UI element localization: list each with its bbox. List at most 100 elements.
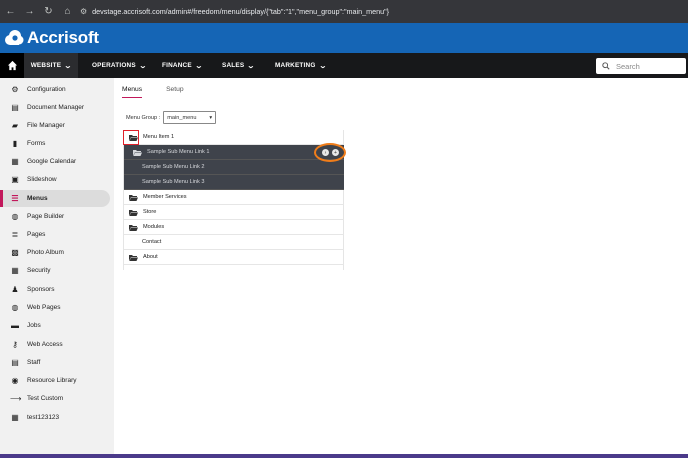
folder-open-icon[interactable] <box>129 194 138 201</box>
sidebar-item-web-access[interactable]: ⚷ Web Access <box>0 336 110 353</box>
reload-icon[interactable]: ↻ <box>40 6 57 17</box>
tree-row-label: Menu Item 1 <box>143 134 175 140</box>
sidebar-item-test123123[interactable]: ▦ test123123 <box>0 409 110 426</box>
tree-row-label: Sample Sub Menu Link 1 <box>147 149 210 155</box>
tab-setup[interactable]: Setup <box>166 82 183 98</box>
tree-row-menu-item-1[interactable]: Menu Item 1 <box>124 130 344 145</box>
chevron-down-icon: ⌄ <box>318 62 327 70</box>
list-icon: ☰ <box>11 194 19 203</box>
nav-sales[interactable]: SALES ⌄ <box>222 53 256 78</box>
clipboard-icon: ▮ <box>12 139 18 148</box>
sidebar-item-label: Menus <box>27 195 48 202</box>
tree-row-label: Store <box>143 209 157 215</box>
sidebar-item-sponsors[interactable]: ♟ Sponsors <box>0 281 110 298</box>
sidebar-item-label: Web Pages <box>27 304 61 311</box>
tree-row-modules[interactable]: Modules <box>124 220 344 235</box>
sidebar-item-photo-album[interactable]: ▩ Photo Album <box>0 244 110 261</box>
pages-icon: ≣ <box>11 230 19 239</box>
sidebar-item-label: Slideshow <box>27 176 57 183</box>
tree-row-member-services[interactable]: Member Services <box>124 190 344 205</box>
folder-open-icon[interactable] <box>133 149 142 156</box>
sidebar-item-label: Web Access <box>27 341 63 348</box>
sidebar-item-label: Staff <box>27 359 41 366</box>
nav-operations-label: OPERATIONS <box>92 62 136 69</box>
nav-finance[interactable]: FINANCE ⌄ <box>162 53 203 78</box>
url-text: devstage.accrisoft.com/admin#/freedom/me… <box>92 7 390 16</box>
tree-row-label: Member Services <box>143 194 187 200</box>
brand-name: Accrisoft <box>27 28 99 47</box>
sidebar-item-label: Photo Album <box>27 249 64 256</box>
tree-row-sub-link-1[interactable]: Sample Sub Menu Link 1 › + <box>124 145 344 160</box>
sidebar-item-file-manager[interactable]: ▰ File Manager <box>0 117 110 134</box>
cloud-logo-icon <box>5 30 24 45</box>
sidebar-item-staff[interactable]: ▤ Staff <box>0 354 110 371</box>
search-input[interactable]: Search <box>596 58 686 74</box>
sidebar-item-forms[interactable]: ▮ Forms <box>0 135 110 152</box>
folder-open-icon[interactable] <box>129 224 138 231</box>
chevron-down-icon: ⌄ <box>247 62 256 70</box>
sidebar-item-security[interactable]: ▦ Security <box>0 262 110 279</box>
globe-icon: ◍ <box>11 212 19 221</box>
globe-icon: ◍ <box>11 303 19 312</box>
sidebar: ⚙ Configuration ▤ Document Manager ▰ File M… <box>0 78 114 454</box>
sidebar-item-label: Configuration <box>27 86 66 93</box>
sidebar-item-pages[interactable]: ≣ Pages <box>0 226 110 243</box>
sidebar-item-menus[interactable]: ☰ Menus <box>0 190 110 207</box>
nav-marketing[interactable]: MARKETING ⌄ <box>275 53 327 78</box>
arrow-icon: ⟶ <box>10 394 22 403</box>
sidebar-item-label: Resource Library <box>27 377 77 384</box>
sidebar-item-google-calendar[interactable]: ▦ Google Calendar <box>0 153 110 170</box>
sidebar-item-label: Security <box>27 267 51 274</box>
menu-tree: Menu Item 1 Sample Sub Menu Link 1 › + S… <box>123 130 344 270</box>
tree-row-label: Sample Sub Menu Link 2 <box>142 164 205 170</box>
folder-open-icon[interactable] <box>129 254 138 261</box>
home-icon[interactable]: ⌂ <box>59 6 76 17</box>
nav-operations[interactable]: OPERATIONS ⌄ <box>92 53 147 78</box>
forward-icon[interactable]: → <box>21 6 38 17</box>
menu-group-row: Menu Group : main_menu ▾ <box>126 111 217 124</box>
calendar-icon: ▦ <box>11 157 19 166</box>
tree-row-label: Sample Sub Menu Link 3 <box>142 179 205 185</box>
sidebar-item-label: Document Manager <box>27 104 85 111</box>
sidebar-item-web-pages[interactable]: ◍ Web Pages <box>0 299 110 316</box>
site-settings-icon[interactable]: ⚙ <box>80 7 87 16</box>
house-icon <box>7 60 17 71</box>
nav-website[interactable]: WEBSITE ⌄ <box>24 53 78 78</box>
sponsor-icon: ♟ <box>11 285 19 294</box>
chevron-down-icon: ▾ <box>209 114 213 121</box>
top-navigation: WEBSITE ⌄ OPERATIONS ⌄ FINANCE ⌄ SALES ⌄ MAR… <box>0 53 688 78</box>
brand-logo[interactable]: Accrisoft <box>4 28 99 48</box>
back-icon[interactable]: ← <box>2 6 19 17</box>
sidebar-item-configuration[interactable]: ⚙ Configuration <box>0 81 110 98</box>
sidebar-item-jobs[interactable]: ▬ Jobs <box>0 317 110 334</box>
sidebar-item-label: Test Custom <box>27 395 64 402</box>
sidebar-item-document-manager[interactable]: ▤ Document Manager <box>0 99 110 116</box>
tree-row-store[interactable]: Store <box>124 205 344 220</box>
home-button[interactable] <box>0 53 24 78</box>
tab-menus[interactable]: Menus <box>122 82 143 98</box>
tree-row-sub-link-3[interactable]: Sample Sub Menu Link 3 <box>124 175 344 190</box>
tree-row-label: Modules <box>143 224 165 230</box>
browser-toolbar: ← → ↻ ⌂ ⚙ devstage.accrisoft.com/admin#/… <box>0 0 688 23</box>
sidebar-item-label: Jobs <box>27 322 41 329</box>
tree-row-contact[interactable]: Contact <box>124 235 344 250</box>
sidebar-item-resource-library[interactable]: ◉ Resource Library <box>0 372 110 389</box>
tree-row-about[interactable]: About <box>124 250 344 265</box>
brand-header: Accrisoft <box>0 23 688 53</box>
sidebar-item-test-custom[interactable]: ⟶ Test Custom <box>0 390 110 407</box>
sidebar-item-label: Pages <box>27 231 46 238</box>
photo-icon: ▩ <box>11 248 19 257</box>
nav-website-label: WEBSITE <box>30 62 62 69</box>
tree-row-sub-link-2[interactable]: Sample Sub Menu Link 2 <box>124 160 344 175</box>
tree-row-label: About <box>143 254 158 260</box>
highlight-folder-box <box>123 130 139 145</box>
key-icon: ⚷ <box>12 340 18 349</box>
address-bar[interactable]: ⚙ devstage.accrisoft.com/admin#/freedom/… <box>80 3 389 20</box>
slideshow-icon: ▣ <box>11 175 19 184</box>
folder-open-icon[interactable] <box>129 209 138 216</box>
sidebar-item-slideshow[interactable]: ▣ Slideshow <box>0 171 110 188</box>
menu-group-select[interactable]: main_menu ▾ <box>163 111 217 124</box>
sidebar-item-page-builder[interactable]: ◍ Page Builder <box>0 208 110 225</box>
nav-sales-label: SALES <box>222 62 245 69</box>
taskbar-edge <box>0 454 688 458</box>
